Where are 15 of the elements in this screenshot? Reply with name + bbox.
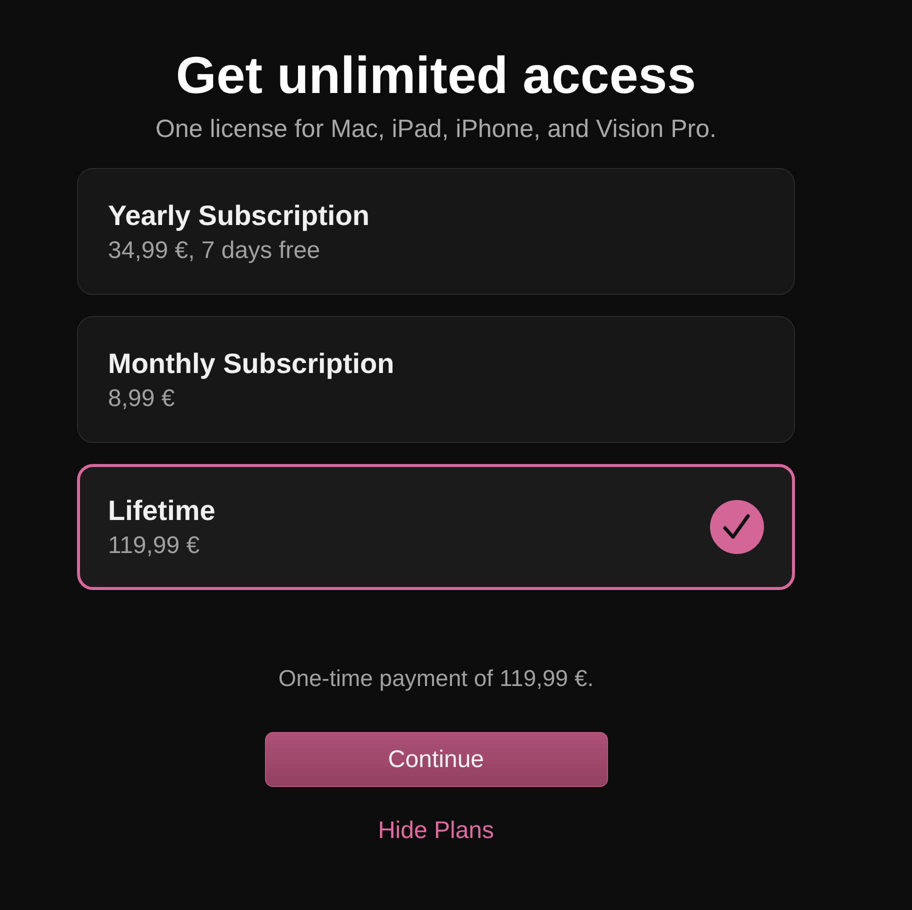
plan-option[interactable]: Yearly Subscription 34,99 €, 7 days free [77,168,795,295]
plan-price: 8,99 € [108,384,176,414]
subtitle: One license for Mac, iPad, iPhone, and Vision Pro. [156,114,716,145]
plan-name: Yearly Subscription [108,198,370,233]
payment-summary: One-time payment of 119,99 €. [278,664,594,693]
page-title: Get unlimited access [176,46,696,107]
plan-name: Monthly Subscription [108,346,394,381]
plan-option[interactable]: Lifetime 119,99 € [77,464,795,590]
plan-price: 119,99 € [108,531,201,561]
checkmark-icon [710,500,764,554]
hide-plans-link[interactable]: Hide Plans [378,815,494,847]
continue-button[interactable]: Continue [264,732,608,787]
plan-option[interactable]: Monthly Subscription 8,99 € [77,316,795,443]
plan-price: 34,99 €, 7 days free [108,236,322,266]
plan-name: Lifetime [108,494,216,528]
